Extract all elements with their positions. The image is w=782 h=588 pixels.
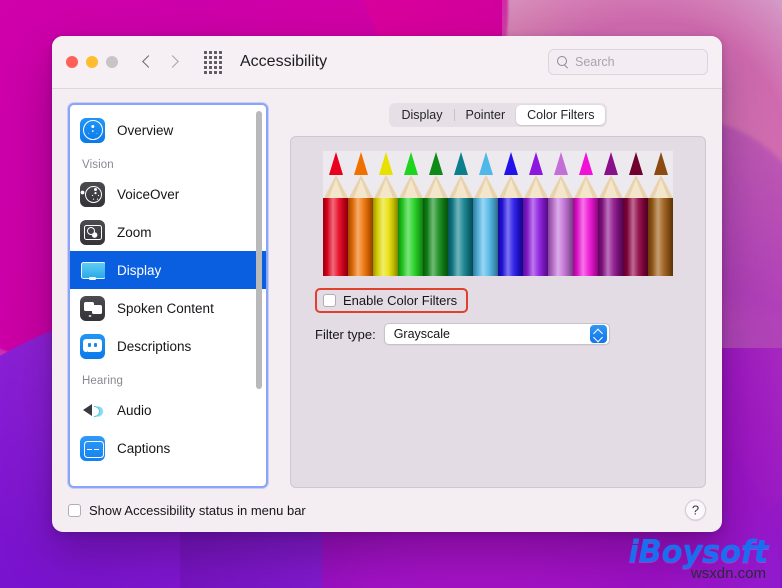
tab-pointer[interactable]: Pointer (455, 105, 517, 125)
sidebar-item-voiceover[interactable]: VoiceOver (70, 175, 266, 213)
sidebar-item-zoom[interactable]: Zoom (70, 213, 266, 251)
forward-chevron-icon[interactable] (166, 52, 182, 72)
enable-color-filters-row[interactable]: Enable Color Filters (315, 288, 469, 313)
close-button[interactable] (66, 56, 78, 68)
sidebar-item-label: VoiceOver (117, 186, 180, 202)
filter-type-row: Filter type: Grayscale (315, 323, 693, 345)
show-status-checkbox[interactable] (68, 503, 81, 517)
show-all-grid-icon[interactable] (204, 50, 222, 74)
sidebar-item-label: Display (117, 262, 162, 278)
window-footer: Show Accessibility status in menu bar ? (52, 488, 722, 532)
system-preferences-window: Accessibility Overview Vision VoiceOver (52, 36, 722, 532)
zoom-icon (80, 219, 105, 245)
settings-box: Enable Color Filters Filter type: Graysc… (290, 136, 706, 488)
back-chevron-icon[interactable] (140, 52, 156, 72)
window-titlebar: Accessibility (52, 36, 722, 89)
enable-color-filters-label: Enable Color Filters (343, 293, 458, 308)
minimize-button[interactable] (86, 56, 98, 68)
window-body: Overview Vision VoiceOver Zoom Display S… (52, 89, 722, 488)
descriptions-icon (80, 333, 105, 359)
sidebar-item-spoken-content[interactable]: Spoken Content (70, 289, 266, 327)
sidebar-item-display[interactable]: Display (70, 251, 266, 289)
page-title: Accessibility (240, 53, 328, 70)
sidebar-item-overview[interactable]: Overview (70, 111, 266, 149)
tab-display[interactable]: Display (391, 105, 454, 125)
show-status-row[interactable]: Show Accessibility status in menu bar (68, 503, 306, 518)
sidebar-scrollbar[interactable] (256, 111, 262, 389)
tab-group: Display Pointer Color Filters (388, 103, 608, 127)
color-pencils-preview (323, 151, 673, 276)
spoken-content-icon (80, 295, 105, 321)
pencil (348, 151, 373, 276)
pencil (423, 151, 448, 276)
zoom-button[interactable] (106, 56, 118, 68)
sidebar-item-label: Spoken Content (117, 300, 214, 316)
traffic-light-buttons (66, 56, 118, 68)
pencil (598, 151, 623, 276)
pencil (648, 151, 673, 276)
chevron-up-down-icon[interactable] (589, 325, 607, 343)
sidebar-item-descriptions[interactable]: Descriptions (70, 327, 266, 365)
search-input[interactable] (575, 55, 699, 69)
pencil (448, 151, 473, 276)
enable-color-filters-checkbox[interactable] (323, 294, 336, 307)
watermark: iBoysoft wsxdn.com (628, 533, 768, 583)
sidebar-item-label: Descriptions (117, 338, 192, 354)
pencil (623, 151, 648, 276)
voiceover-icon (80, 181, 105, 207)
sidebar-item-audio[interactable]: Audio (70, 391, 266, 429)
tab-color-filters[interactable]: Color Filters (516, 105, 606, 125)
sidebar-section-vision: Vision (82, 159, 114, 171)
search-icon (557, 56, 569, 68)
accessibility-icon (80, 117, 105, 143)
sidebar-item-label: Captions (117, 440, 171, 456)
tab-bar: Display Pointer Color Filters (290, 103, 706, 127)
sidebar-section-hearing: Hearing (82, 375, 123, 387)
audio-icon (80, 398, 105, 423)
pencil (498, 151, 523, 276)
show-status-label: Show Accessibility status in menu bar (89, 502, 306, 518)
sidebar-list: Overview Vision VoiceOver Zoom Display S… (70, 105, 266, 486)
pencil (323, 151, 348, 276)
pencil (523, 151, 548, 276)
help-button[interactable]: ? (685, 499, 706, 521)
sidebar-item-label: Overview (117, 122, 174, 138)
pencil (473, 151, 498, 276)
watermark-brand: iBoysoft (628, 533, 768, 570)
content-pane: Display Pointer Color Filters Enable Col… (290, 103, 706, 488)
pencil (573, 151, 598, 276)
search-field[interactable] (548, 49, 708, 75)
pencil (398, 151, 423, 276)
sidebar-item-label: Zoom (117, 224, 152, 240)
sidebar: Overview Vision VoiceOver Zoom Display S… (68, 103, 268, 488)
filter-type-value: Grayscale (393, 327, 450, 341)
navigation-buttons (140, 52, 182, 72)
captions-icon (80, 435, 105, 461)
display-icon (80, 258, 105, 283)
sidebar-item-label: Audio (117, 402, 152, 418)
filter-type-select[interactable]: Grayscale (383, 323, 610, 345)
pencil (373, 151, 398, 276)
pencil (548, 151, 573, 276)
sidebar-item-captions[interactable]: Captions (70, 429, 266, 467)
filter-type-label: Filter type: (315, 326, 376, 342)
